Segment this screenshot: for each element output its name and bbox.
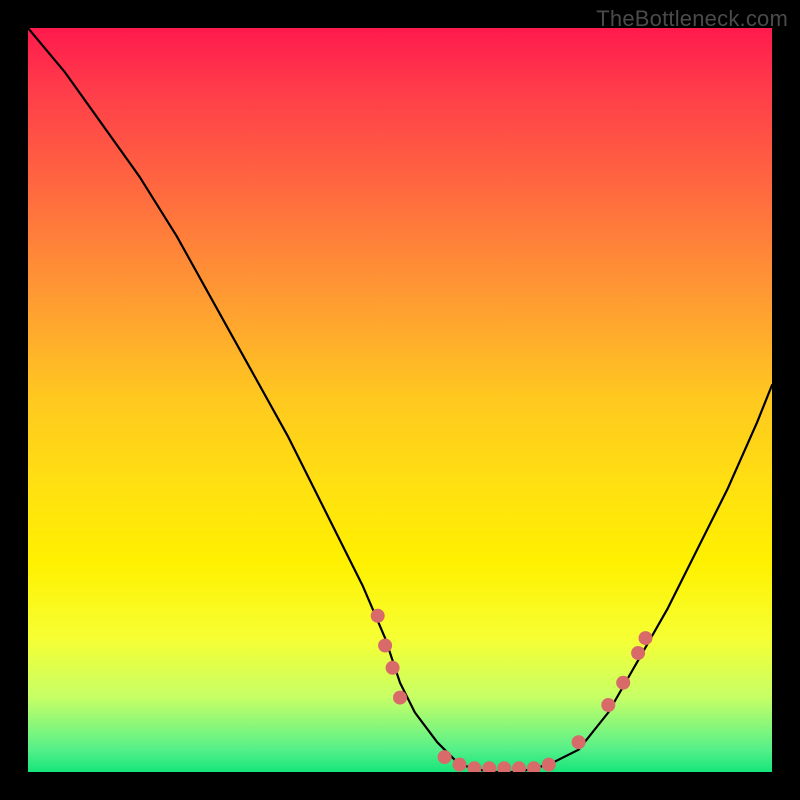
curve-marker <box>371 609 385 623</box>
plot-area <box>28 28 772 772</box>
curve-marker <box>542 758 556 772</box>
curve-marker <box>378 639 392 653</box>
curve-marker <box>527 761 541 772</box>
curve-marker <box>639 631 653 645</box>
curve-marker <box>453 758 467 772</box>
curve-marker <box>512 761 526 772</box>
bottleneck-curve <box>28 28 772 772</box>
curve-marker <box>438 750 452 764</box>
curve-marker <box>631 646 645 660</box>
curve-marker <box>601 698 615 712</box>
curve-marker <box>482 761 496 772</box>
curve-marker <box>386 661 400 675</box>
curve-marker <box>616 676 630 690</box>
curve-marker <box>572 735 586 749</box>
curve-marker <box>497 761 511 772</box>
curve-marker <box>393 691 407 705</box>
chart-svg <box>28 28 772 772</box>
curve-marker <box>467 761 481 772</box>
outer-frame: TheBottleneck.com <box>0 0 800 800</box>
curve-markers <box>371 609 653 772</box>
